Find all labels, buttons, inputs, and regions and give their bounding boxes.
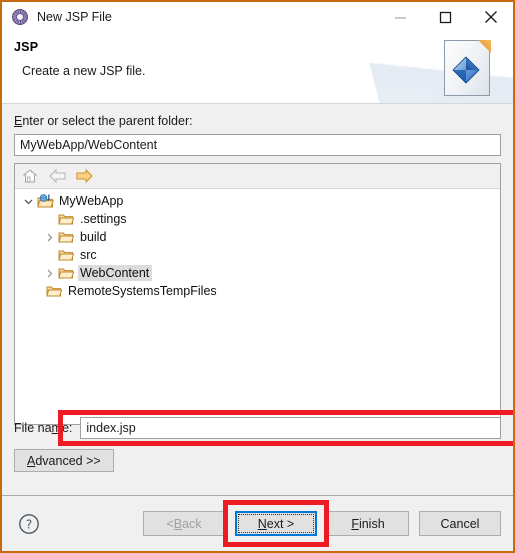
- help-icon[interactable]: ?: [18, 513, 40, 535]
- svg-text:J: J: [46, 194, 49, 201]
- folder-icon: [57, 266, 75, 280]
- twisty-collapsed-icon[interactable]: [42, 233, 57, 242]
- finish-label-post: inish: [358, 516, 385, 531]
- file-name-mnemonic: m: [51, 421, 62, 435]
- close-icon[interactable]: [468, 2, 513, 32]
- back-button[interactable]: < Back: [143, 511, 225, 536]
- tree-row[interactable]: build: [15, 228, 500, 246]
- wizard-banner: JSP Create a new JSP file.: [2, 32, 513, 104]
- folder-tree-panel: J MyWebApp .settings build src WebConten…: [14, 163, 501, 425]
- file-name-row: File name:: [14, 417, 501, 439]
- dynamic-web-project-icon: J: [36, 194, 54, 209]
- file-name-label: File name:: [14, 421, 72, 435]
- maximize-icon[interactable]: [423, 2, 468, 32]
- finish-button[interactable]: Finish: [327, 511, 409, 536]
- tree-row[interactable]: J MyWebApp: [15, 192, 500, 210]
- gear-icon: [11, 8, 29, 26]
- parent-folder-input[interactable]: [14, 134, 501, 156]
- home-icon[interactable]: [21, 167, 39, 185]
- title-bar: New JSP File: [2, 2, 513, 32]
- advanced-label: dvanced >>: [35, 453, 101, 468]
- folder-icon: [57, 248, 75, 262]
- tree-item-label: MyWebApp: [59, 194, 124, 208]
- back-arrow-icon[interactable]: [48, 167, 66, 185]
- next-mnemonic: N: [257, 516, 267, 531]
- back-label-pre: <: [166, 516, 174, 531]
- folder-icon: [57, 230, 75, 244]
- next-label-post: ext >: [266, 516, 295, 531]
- tree-item-label: RemoteSystemsTempFiles: [68, 284, 217, 298]
- folder-tree[interactable]: J MyWebApp .settings build src WebConten…: [15, 189, 500, 424]
- parent-folder-label-text: nter or select the parent folder:: [22, 114, 193, 128]
- advanced-button[interactable]: Advanced >>: [14, 449, 114, 472]
- twisty-expanded-icon[interactable]: [21, 197, 36, 206]
- tree-row[interactable]: WebContent: [15, 264, 500, 282]
- cancel-button[interactable]: Cancel: [419, 511, 501, 536]
- folder-icon: [45, 284, 63, 298]
- finish-mnemonic: F: [351, 516, 359, 531]
- tree-row[interactable]: RemoteSystemsTempFiles: [15, 282, 500, 300]
- banner-title: JSP: [14, 40, 39, 54]
- minimize-icon[interactable]: [378, 2, 423, 32]
- tree-item-label: build: [80, 230, 107, 244]
- dialog-content: Enter or select the parent folder: MyWeb…: [2, 104, 513, 472]
- cancel-label: Cancel: [440, 516, 480, 531]
- parent-folder-label: Enter or select the parent folder:: [14, 114, 501, 128]
- tree-item-label: WebContent: [78, 265, 153, 281]
- file-name-input[interactable]: [80, 417, 501, 439]
- file-name-label-post: e:: [61, 421, 73, 435]
- tree-row[interactable]: src: [15, 246, 500, 264]
- jsp-file-page-icon: [444, 40, 496, 98]
- back-label-post: ack: [182, 516, 202, 531]
- window-controls: [378, 2, 513, 32]
- banner-description: Create a new JSP file.: [22, 64, 146, 78]
- twisty-collapsed-icon[interactable]: [42, 269, 57, 278]
- next-button[interactable]: Next >: [235, 511, 317, 536]
- tree-row[interactable]: .settings: [15, 210, 500, 228]
- dialog-button-bar: ? < Back Next > Finish Cancel: [2, 495, 513, 551]
- window-title: New JSP File: [37, 10, 112, 24]
- back-mnemonic: B: [173, 516, 183, 531]
- file-name-label-pre: File na: [14, 421, 52, 435]
- wizard-buttons: < Back Next > Finish Cancel: [143, 500, 501, 547]
- folder-icon: [57, 212, 75, 226]
- tree-item-label: src: [80, 248, 97, 262]
- tree-toolbar: [15, 164, 500, 189]
- new-jsp-file-dialog: New JSP File JSP Create a new JSP file.: [0, 0, 515, 553]
- forward-arrow-icon[interactable]: [75, 167, 93, 185]
- tree-item-label: .settings: [80, 212, 127, 226]
- svg-text:?: ?: [26, 517, 32, 531]
